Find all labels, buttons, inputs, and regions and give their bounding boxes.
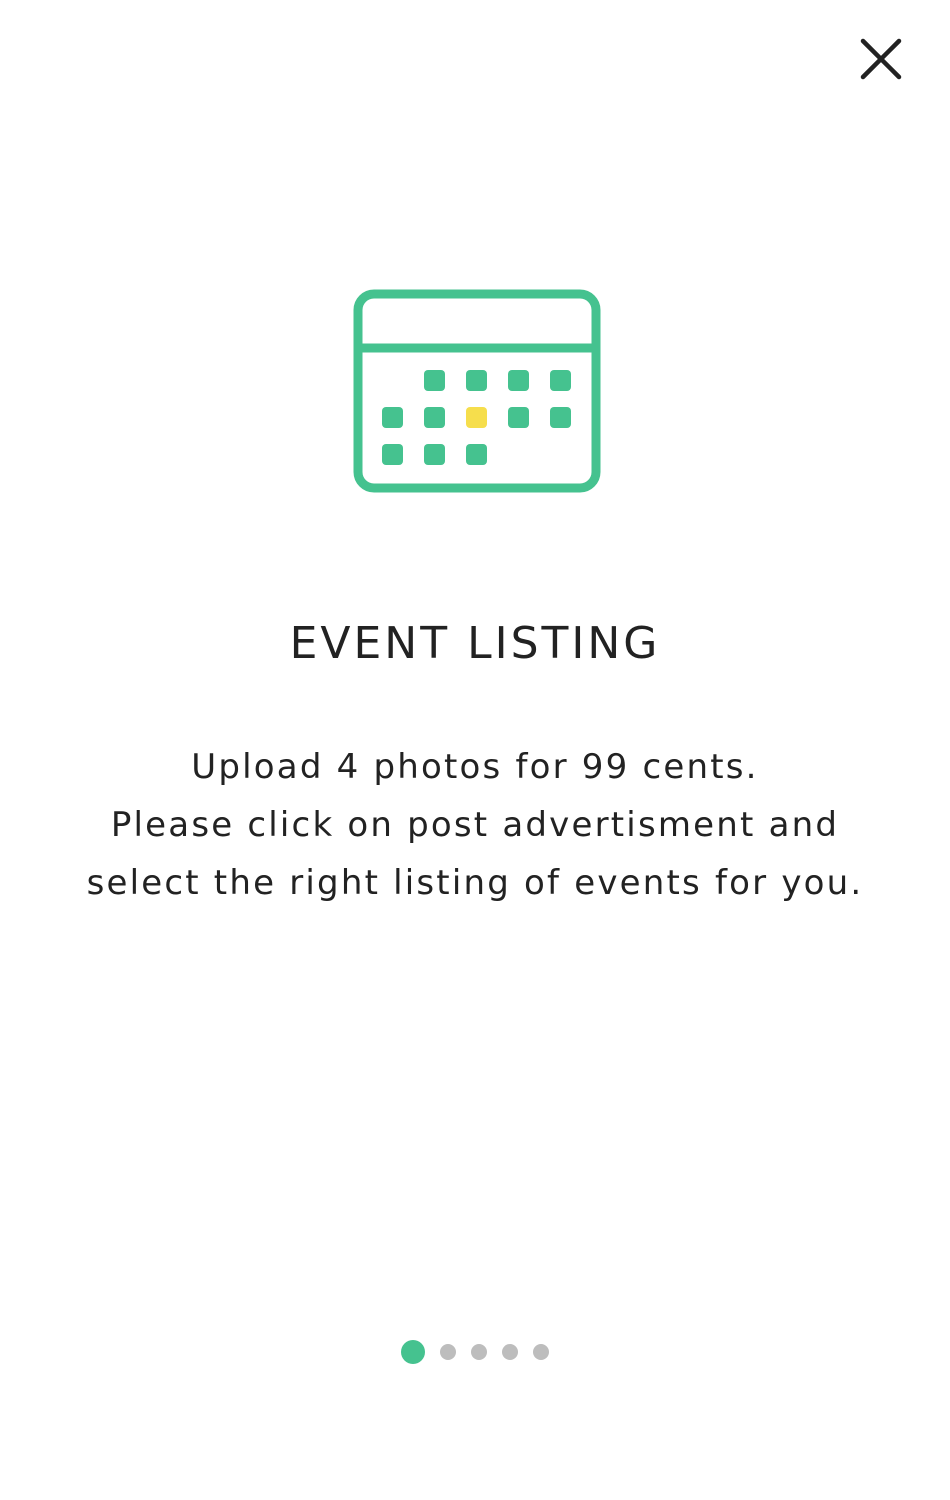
page-dot-4[interactable] (502, 1344, 518, 1360)
page-dot-2[interactable] (440, 1344, 456, 1360)
page-dot-3[interactable] (471, 1344, 487, 1360)
close-button[interactable] (852, 30, 910, 88)
description: Upload 4 photos for 99 cents. Please cli… (40, 738, 910, 912)
close-icon (860, 38, 902, 80)
calendar-icon (353, 289, 601, 493)
description-line: Upload 4 photos for 99 cents. (191, 747, 759, 787)
page-title: EVENT LISTING (289, 618, 661, 669)
page-dot-1[interactable] (401, 1340, 425, 1364)
page-dot-5[interactable] (533, 1344, 549, 1360)
page-indicator (0, 1340, 950, 1364)
description-line: Please click on post advertisment and (110, 805, 840, 845)
description-line: select the right listing of events for y… (86, 863, 864, 903)
